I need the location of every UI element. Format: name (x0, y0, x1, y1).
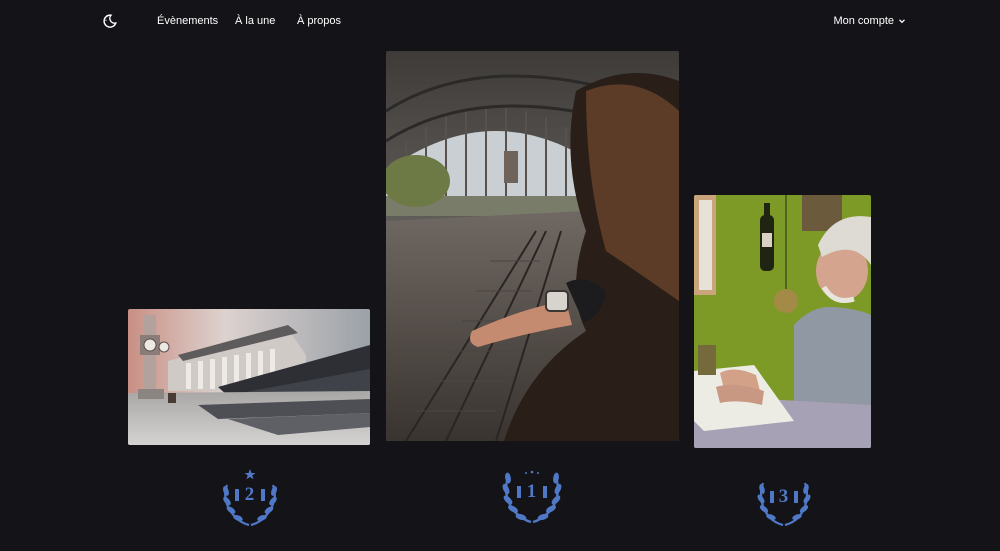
rank-2-medal: 2 (217, 463, 283, 529)
rank-3-medal: 3 (751, 465, 817, 531)
podium-photo-second[interactable] (128, 309, 370, 445)
podium-photo-third[interactable] (694, 195, 871, 448)
rank-number: 1 (526, 481, 538, 502)
moon-logo-icon[interactable] (102, 13, 118, 29)
rank-number: 3 (778, 486, 790, 507)
nav-link-a-propos[interactable]: À propos (297, 15, 341, 27)
nav-link-a-la-une[interactable]: À la une (235, 15, 275, 27)
nav-link-evenements[interactable]: Évènements (157, 15, 218, 27)
rank-1-medal: 1 (499, 460, 565, 526)
train-station-photo (386, 51, 679, 441)
account-menu[interactable]: Mon compte (833, 15, 906, 27)
old-man-reading-photo (694, 195, 871, 448)
account-label: Mon compte (833, 15, 894, 27)
rank-number: 2 (244, 484, 256, 505)
top-navigation: Évènements À la une À propos Mon compte (0, 0, 1000, 44)
grand-theatre-photo (128, 309, 370, 445)
chevron-down-icon (894, 15, 906, 27)
podium-photo-first[interactable] (386, 51, 679, 441)
